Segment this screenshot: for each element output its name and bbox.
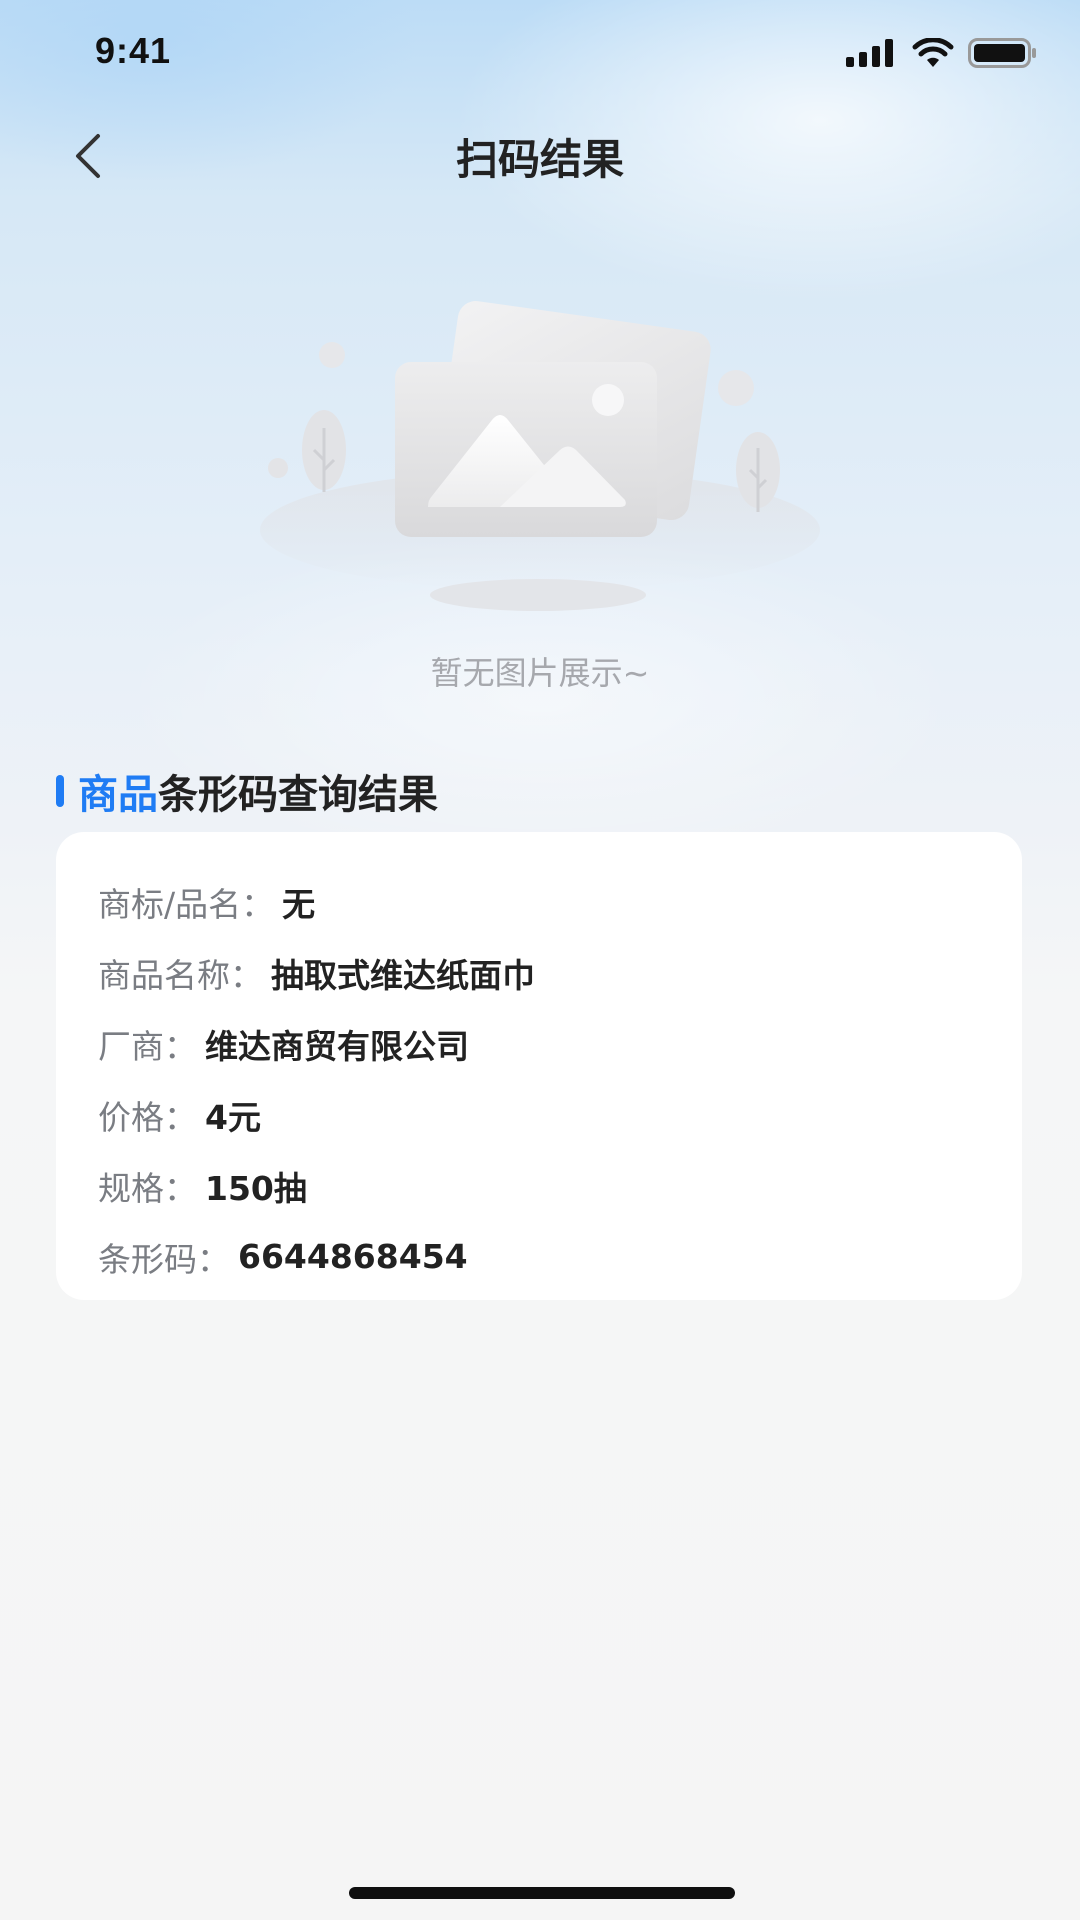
row-label: 价格：	[98, 1097, 197, 1137]
home-indicator[interactable]	[349, 1887, 735, 1899]
wifi-icon	[912, 38, 954, 67]
result-row-spec: 规格： 150抽	[98, 1150, 1022, 1221]
image-placeholder-icon	[260, 301, 820, 611]
empty-state-text: 暂无图片展示~	[430, 654, 650, 692]
row-label: 商标/品名：	[98, 884, 275, 924]
result-row-manufacturer: 厂商： 维达商贸有限公司	[98, 1008, 1022, 1079]
row-label: 条形码：	[98, 1239, 230, 1279]
battery-icon	[968, 38, 1036, 68]
row-label: 厂商：	[98, 1026, 197, 1066]
result-row-brand: 商标/品名： 无	[98, 866, 1022, 937]
row-value: 维达商贸有限公司	[205, 1026, 469, 1066]
result-row-product-name: 商品名称： 抽取式维达纸面巾	[98, 937, 1022, 1008]
status-bar: 9:41	[0, 0, 1080, 110]
row-label: 商品名称：	[98, 955, 263, 995]
result-row-price: 价格： 4元	[98, 1079, 1022, 1150]
row-label: 规格：	[98, 1168, 197, 1208]
section-accent-bar	[56, 775, 64, 807]
section-title: 商品条形码查询结果	[78, 762, 438, 820]
row-value: 抽取式维达纸面巾	[271, 955, 535, 995]
row-value: 6644868454	[238, 1237, 468, 1276]
section-header: 商品条形码查询结果	[56, 762, 438, 820]
page-title: 扫码结果	[455, 135, 624, 184]
section-title-accent: 商品	[78, 772, 158, 818]
status-icons	[846, 38, 1038, 68]
result-card: 商标/品名： 无 商品名称： 抽取式维达纸面巾 厂商： 维达商贸有限公司 价格：…	[56, 832, 1022, 1300]
status-time: 9:41	[95, 30, 172, 71]
row-value: 4元	[205, 1097, 261, 1137]
result-row-barcode: 条形码： 6644868454	[98, 1221, 1022, 1292]
row-value: 150抽	[205, 1168, 307, 1208]
row-value: 无	[282, 884, 316, 924]
section-title-rest: 条形码查询结果	[158, 772, 438, 818]
cellular-signal-icon	[846, 39, 893, 67]
